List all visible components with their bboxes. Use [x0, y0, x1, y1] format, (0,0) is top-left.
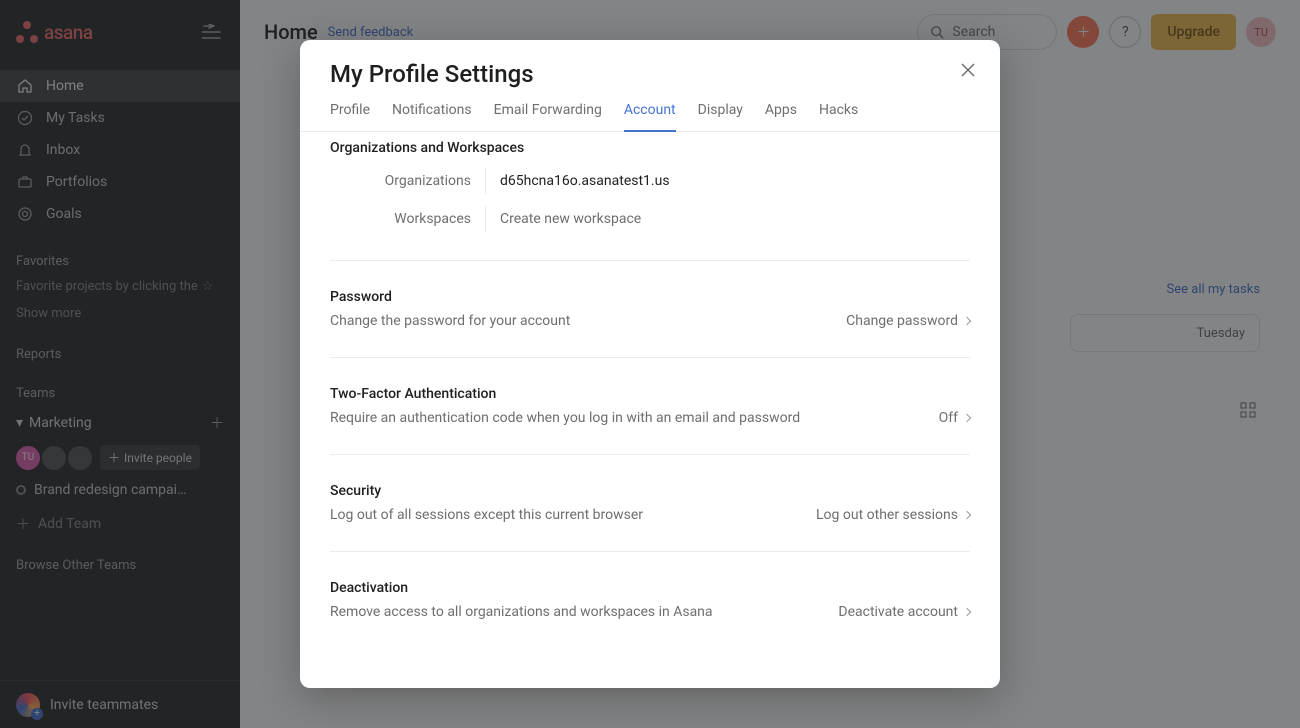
organization-value[interactable]: d65hcna16o.asanatest1.us [486, 173, 670, 189]
workspaces-label: Workspaces [330, 206, 486, 232]
profile-settings-modal: My Profile Settings Profile Notification… [300, 40, 1000, 688]
password-row: Change the password for your account Cha… [330, 313, 970, 329]
modal-tabs: Profile Notifications Email Forwarding A… [300, 88, 1000, 132]
tab-apps[interactable]: Apps [765, 102, 797, 131]
password-section-header: Password [330, 289, 970, 305]
tab-account[interactable]: Account [624, 102, 676, 132]
tab-display[interactable]: Display [698, 102, 743, 131]
modal-body[interactable]: Organizations and Workspaces Organizatio… [300, 132, 1000, 688]
logout-other-sessions-label: Log out other sessions [816, 507, 958, 523]
deactivate-account-button[interactable]: Deactivate account [838, 604, 970, 620]
section-divider [330, 551, 970, 552]
workspaces-row: Workspaces Create new workspace [330, 206, 970, 232]
deactivate-account-label: Deactivate account [838, 604, 958, 620]
modal-close-button[interactable] [956, 58, 980, 82]
security-section-header: Security [330, 483, 970, 499]
close-icon [961, 63, 975, 77]
section-divider [330, 454, 970, 455]
security-row: Log out of all sessions except this curr… [330, 507, 970, 523]
tab-hacks[interactable]: Hacks [819, 102, 858, 131]
section-divider [330, 357, 970, 358]
tfa-desc: Require an authentication code when you … [330, 410, 800, 426]
tfa-section-header: Two-Factor Authentication [330, 386, 970, 402]
orgs-section-header: Organizations and Workspaces [330, 140, 970, 156]
tab-email-forwarding[interactable]: Email Forwarding [494, 102, 602, 131]
deactivation-section-header: Deactivation [330, 580, 970, 596]
section-divider [330, 260, 970, 261]
change-password-button[interactable]: Change password [846, 313, 970, 329]
organizations-label: Organizations [330, 168, 486, 194]
security-desc: Log out of all sessions except this curr… [330, 507, 643, 523]
tfa-toggle-button[interactable]: Off [939, 410, 970, 426]
tab-profile[interactable]: Profile [330, 102, 370, 131]
chevron-right-icon [963, 317, 971, 325]
modal-title: My Profile Settings [330, 60, 970, 88]
password-desc: Change the password for your account [330, 313, 570, 329]
logout-other-sessions-button[interactable]: Log out other sessions [816, 507, 970, 523]
modal-header: My Profile Settings [300, 40, 1000, 88]
chevron-right-icon [963, 511, 971, 519]
chevron-right-icon [963, 414, 971, 422]
tab-notifications[interactable]: Notifications [392, 102, 472, 131]
create-workspace-link[interactable]: Create new workspace [486, 211, 641, 227]
deactivation-row: Remove access to all organizations and w… [330, 604, 970, 620]
tfa-row: Require an authentication code when you … [330, 410, 970, 426]
deactivation-desc: Remove access to all organizations and w… [330, 604, 713, 620]
change-password-label: Change password [846, 313, 958, 329]
organizations-row: Organizations d65hcna16o.asanatest1.us [330, 168, 970, 194]
tfa-status-label: Off [939, 410, 958, 426]
chevron-right-icon [963, 608, 971, 616]
